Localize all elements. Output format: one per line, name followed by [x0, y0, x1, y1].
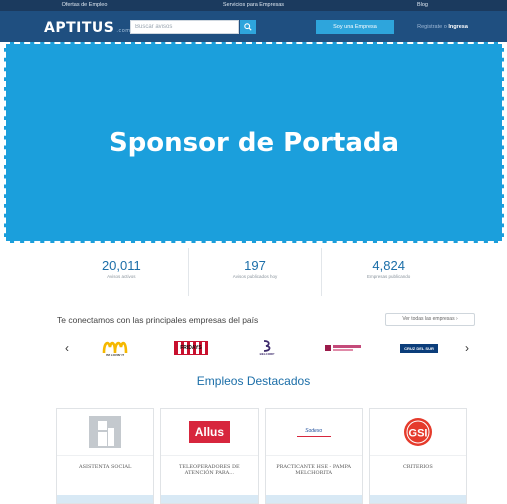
job-logo — [57, 409, 154, 456]
job-title: ASISTENTA SOCIAL — [78, 464, 132, 470]
job-logo: Sodexo — [265, 409, 362, 456]
search-input[interactable] — [130, 20, 239, 34]
cruz-del-sur-logo[interactable]: CRUZ DEL SUR — [395, 336, 443, 360]
featured-jobs-heading: Empleos Destacados — [196, 374, 311, 388]
chevron-right-icon: › — [455, 316, 458, 322]
job-title: PRACTICANTE HSE - PAMPA MELCHORITA — [276, 464, 351, 476]
company-carousel: ‹ I'M LOVIN' IT FRIDAYS BELCORP CRUZ DEL — [57, 334, 477, 362]
logo-suffix: .com — [116, 28, 131, 34]
job-logo: GSI — [369, 409, 466, 456]
belcorp-caption: BELCORP — [259, 352, 275, 356]
main-header: APTITUS.com Soy una Empresa Registrate o… — [0, 11, 507, 42]
view-all-label: Ver todas las empresas — [402, 316, 455, 322]
mcdonalds-logo[interactable]: I'M LOVIN' IT — [91, 336, 139, 360]
chevron-left-icon[interactable]: ‹ — [57, 341, 77, 355]
allus-logo: Allus — [188, 421, 231, 443]
tottus-mark-icon — [325, 345, 361, 351]
register-link[interactable]: Registrate — [417, 24, 442, 30]
job-card[interactable]: Allus TELEOPERADORES DE ATENCIÓN PARA... — [160, 408, 259, 504]
auth-separator: o — [443, 24, 447, 30]
sodexo-underline — [296, 435, 331, 437]
stats-bar: 20,011 Avisos activos 197 Avisos publica… — [55, 248, 455, 296]
nav-ofertas-de-empleo[interactable]: Ofertas de Empleo — [0, 0, 169, 11]
stat-ads-today: 197 Avisos publicados hoy — [189, 248, 323, 296]
search-button[interactable] — [240, 20, 256, 34]
fridays-caption: FRIDAYS — [174, 341, 208, 355]
tottus-logo[interactable] — [319, 336, 367, 360]
job-card-footer — [265, 495, 362, 503]
sponsor-text: Sponsor de Portada — [108, 127, 400, 158]
login-link[interactable]: Ingresa — [448, 24, 468, 30]
person-placeholder-icon — [89, 416, 122, 448]
belcorp-mark-icon — [263, 340, 271, 352]
job-card-footer — [57, 495, 154, 503]
top-navigation: Ofertas de Empleo Servicios para Empresa… — [0, 0, 507, 11]
mcdonalds-arches-icon — [102, 341, 128, 353]
stat-value: 4,824 — [372, 258, 405, 273]
job-card-footer — [161, 495, 258, 503]
belcorp-logo[interactable]: BELCORP — [243, 336, 291, 360]
gsi-logo-icon: GSI — [403, 418, 432, 446]
chevron-right-icon[interactable]: › — [457, 341, 477, 355]
featured-jobs-list: ASISTENTA SOCIAL Allus TELEOPERADORES DE… — [56, 408, 467, 504]
job-title: TELEOPERADORES DE ATENCIÓN PARA... — [179, 464, 240, 476]
nav-servicios-para-empresas[interactable]: Servicios para Empresas — [169, 0, 338, 11]
nav-blog[interactable]: Blog — [338, 0, 507, 11]
cruz-del-sur-caption: CRUZ DEL SUR — [400, 343, 438, 353]
logo-text: APTITUS — [44, 20, 115, 36]
job-card[interactable]: GSI CRITERIOS — [368, 408, 467, 504]
auth-links: Registrate o Ingresa — [400, 20, 485, 34]
job-card[interactable]: ASISTENTA SOCIAL — [56, 408, 155, 504]
stat-label: Avisos publicados hoy — [232, 274, 278, 279]
stat-companies: 4,824 Empresas publicando — [322, 248, 455, 296]
mcdonalds-caption: I'M LOVIN' IT — [105, 353, 125, 357]
sodexo-logo-wrap: Sodexo — [296, 427, 331, 437]
stat-active-ads: 20,011 Avisos activos — [55, 248, 189, 296]
company-logos: I'M LOVIN' IT FRIDAYS BELCORP CRUZ DEL S… — [77, 336, 457, 360]
stat-label: Avisos activos — [107, 274, 136, 279]
companies-heading: Te conectamos con las principales empres… — [57, 315, 259, 325]
job-card-footer — [369, 495, 466, 503]
stat-label: Empresas publicando — [367, 274, 411, 279]
fridays-logo[interactable]: FRIDAYS — [167, 336, 215, 360]
job-card[interactable]: Sodexo PRACTICANTE HSE - PAMPA MELCHORIT… — [264, 408, 363, 504]
aptitus-logo[interactable]: APTITUS .com — [44, 20, 131, 36]
sodexo-logo: Sodexo — [305, 427, 323, 434]
job-logo: Allus — [161, 409, 258, 456]
soy-una-empresa-button[interactable]: Soy una Empresa — [316, 20, 394, 34]
svg-text:GSI: GSI — [408, 428, 427, 440]
stat-value: 20,011 — [101, 258, 141, 273]
stat-value: 197 — [244, 258, 266, 273]
view-all-companies-button[interactable]: Ver todas las empresas › — [385, 313, 475, 326]
sponsor-banner[interactable]: Sponsor de Portada — [4, 42, 504, 243]
search-icon — [244, 23, 252, 31]
job-title: CRITERIOS — [402, 464, 433, 470]
